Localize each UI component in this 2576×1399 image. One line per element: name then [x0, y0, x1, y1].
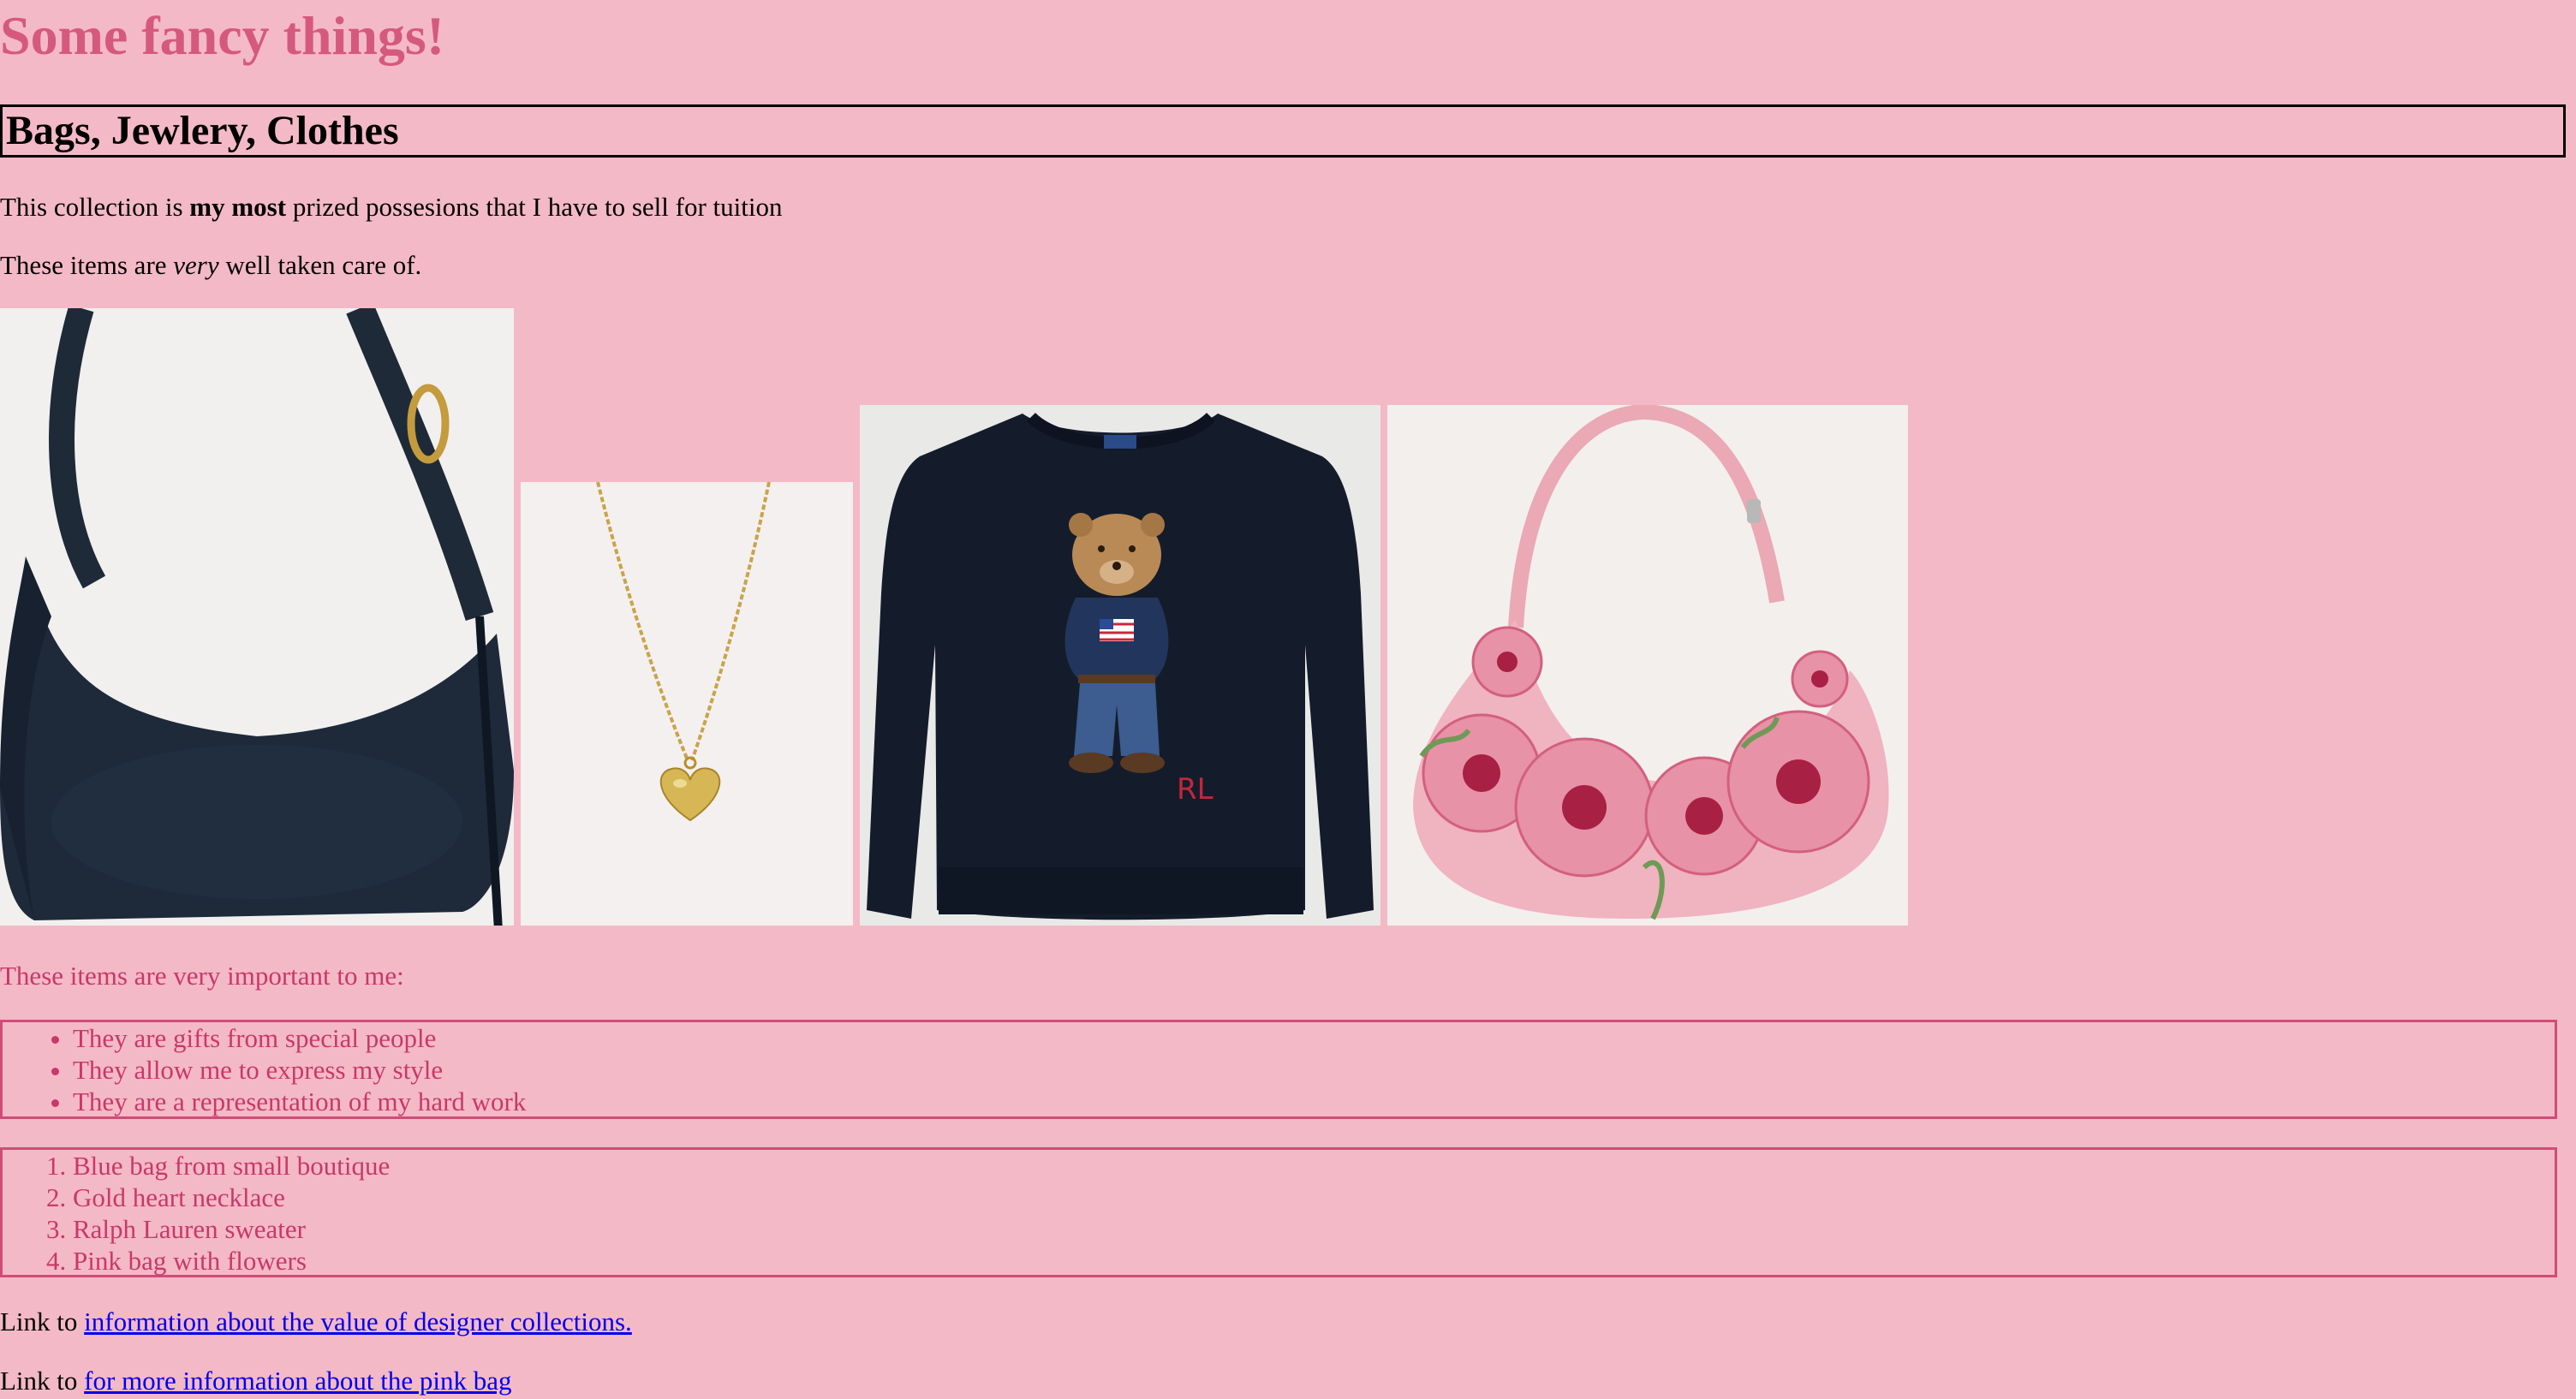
items-list: Blue bag from small boutique Gold heart … — [0, 1147, 2557, 1277]
list-item: Blue bag from small boutique — [73, 1150, 2555, 1182]
sweater-logo-text: RL — [1177, 772, 1213, 807]
list-item: They are gifts from special people — [73, 1022, 2555, 1054]
gold-necklace-image — [521, 482, 853, 926]
important-heading: These items are very important to me: — [0, 961, 404, 991]
intro-text-before: This collection is — [0, 192, 190, 222]
care-paragraph: These items are very well taken care of. — [0, 248, 421, 283]
ralph-lauren-sweater-image: RL — [860, 405, 1380, 926]
designer-value-link[interactable]: information about the value of designer … — [84, 1307, 632, 1336]
designer-value-link-line: Link to information about the value of d… — [0, 1305, 632, 1339]
care-text-after: well taken care of. — [218, 250, 422, 280]
list-item: They allow me to express my style — [73, 1054, 2555, 1086]
reasons-list: They are gifts from special people They … — [0, 1020, 2557, 1119]
pink-flower-bag-image — [1387, 405, 1908, 926]
care-text-italic: very — [173, 250, 219, 280]
intro-paragraph: This collection is my most prized posses… — [0, 190, 783, 224]
blue-bag-image — [0, 308, 514, 926]
intro-text-after: prized possesions that I have to sell fo… — [286, 192, 783, 222]
page-subtitle: Bags, Jewlery, Clothes — [0, 104, 2566, 158]
care-text-before: These items are — [0, 250, 174, 280]
intro-text-bold: my most — [189, 192, 287, 222]
list-item: Pink bag with flowers — [73, 1245, 2555, 1277]
list-item: Gold heart necklace — [73, 1182, 2555, 1213]
pink-bag-link-line: Link to for more information about the p… — [0, 1364, 512, 1398]
link-prefix: Link to — [0, 1366, 85, 1396]
link-prefix: Link to — [0, 1307, 85, 1336]
page-title: Some fancy things! — [0, 5, 445, 66]
list-item: Ralph Lauren sweater — [73, 1213, 2555, 1245]
list-item: They are a representation of my hard wor… — [73, 1086, 2555, 1117]
pink-bag-link[interactable]: for more information about the pink bag — [84, 1366, 511, 1396]
